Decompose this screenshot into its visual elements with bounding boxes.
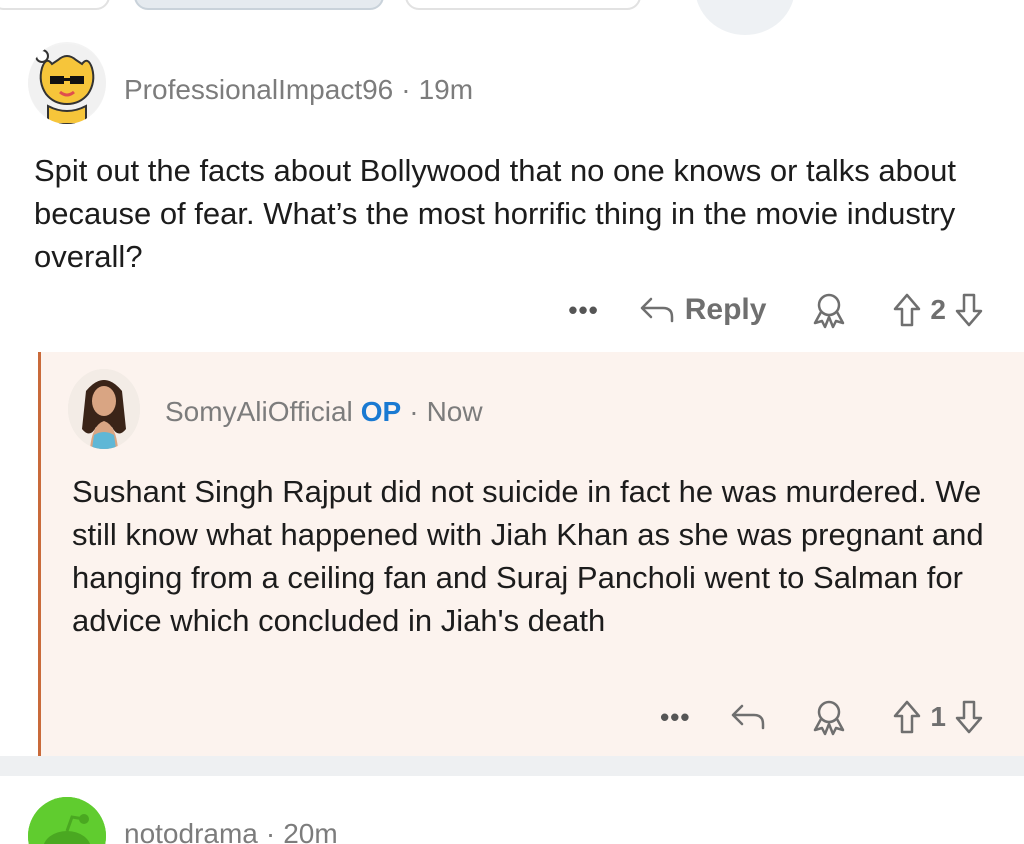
- upvote-icon[interactable]: [892, 292, 922, 328]
- sort-button[interactable]: [0, 0, 110, 10]
- separator-dot: ·: [265, 818, 276, 844]
- username[interactable]: ProfessionalImpact96: [124, 74, 393, 105]
- reply-arrow-icon[interactable]: [730, 702, 766, 732]
- reply-label: Reply: [684, 293, 767, 326]
- comment-actions: ••• Reply 2: [568, 290, 984, 330]
- comment-divider: [0, 756, 1024, 776]
- award-icon[interactable]: [810, 698, 848, 736]
- avatar[interactable]: [68, 369, 140, 449]
- upvote-icon[interactable]: [892, 699, 922, 735]
- timestamp: 19m: [418, 74, 474, 105]
- comment-meta: SomyAliOfficial OP · Now: [165, 396, 483, 428]
- view-button[interactable]: [405, 0, 641, 10]
- reply-button[interactable]: Reply: [639, 293, 811, 327]
- comment-actions: ••• 1: [660, 697, 984, 737]
- comment-meta: notodrama · 20m: [124, 818, 338, 844]
- avatar[interactable]: [28, 42, 106, 124]
- avatar[interactable]: [28, 797, 106, 844]
- comment-body: Sushant Singh Rajput did not suicide in …: [72, 474, 984, 638]
- separator-dot: ·: [401, 74, 411, 105]
- award-icon[interactable]: [810, 291, 848, 329]
- comment-body: Spit out the facts about Bollywood that …: [34, 153, 956, 274]
- avatar-photo-icon: [68, 369, 140, 449]
- scroll-top-button[interactable]: [695, 0, 795, 35]
- snoo-avatar-icon: [28, 797, 106, 844]
- more-options-button[interactable]: •••: [660, 702, 690, 733]
- reply-arrow-icon: [639, 295, 675, 325]
- timestamp: 20m: [283, 818, 338, 844]
- op-badge: OP: [360, 396, 402, 427]
- avatar-icon: [28, 44, 106, 124]
- username[interactable]: SomyAliOfficial: [165, 396, 353, 427]
- separator-dot: ·: [409, 396, 419, 427]
- downvote-icon[interactable]: [954, 699, 984, 735]
- timestamp: Now: [426, 396, 483, 427]
- vote-count: 2: [930, 294, 946, 325]
- downvote-icon[interactable]: [954, 292, 984, 328]
- filter-button[interactable]: [134, 0, 384, 10]
- comment-meta: ProfessionalImpact96 · 19m: [124, 74, 473, 106]
- vote-count: 1: [930, 701, 946, 732]
- more-options-button[interactable]: •••: [568, 295, 598, 326]
- username[interactable]: notodrama: [124, 818, 258, 844]
